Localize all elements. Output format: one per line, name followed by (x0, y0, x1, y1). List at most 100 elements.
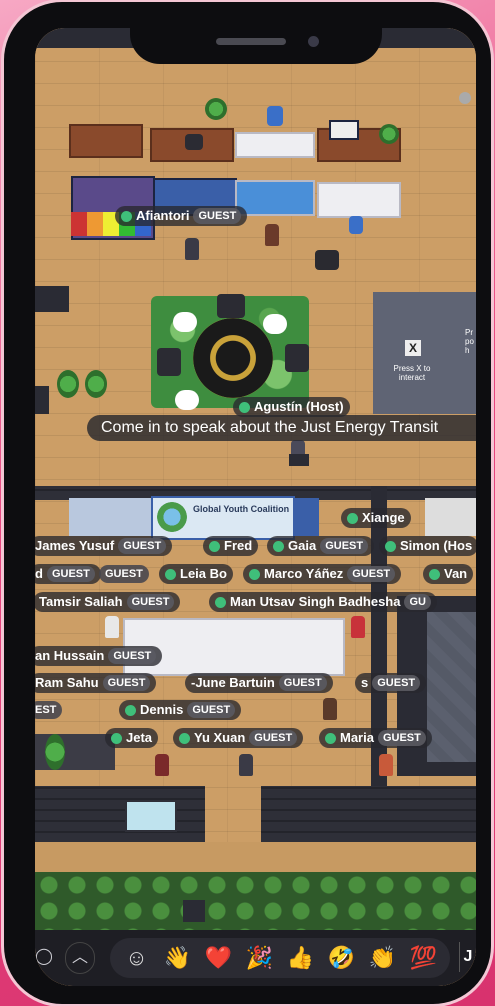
nametag[interactable]: d GUEST (35, 564, 101, 584)
participant-name: Van (444, 566, 468, 581)
participant-name: Yu Xuan (194, 730, 246, 745)
player-avatar[interactable] (185, 238, 199, 260)
participant-name: Afiantori (136, 208, 190, 223)
guest-badge: GUEST (347, 566, 396, 582)
participant-name: Leia Bo (180, 566, 227, 581)
coalition-globe-icon (157, 502, 187, 532)
participant-name: Jeta (126, 730, 153, 745)
nametag[interactable]: Van (423, 564, 474, 584)
participant-name: Simon (Hos (400, 538, 473, 553)
player-avatar[interactable] (323, 698, 337, 720)
guest-badge: GUEST (372, 675, 421, 691)
guest-badge: GUEST (249, 730, 298, 746)
guest-badge: GUEST (377, 730, 426, 746)
hundred-reaction-icon[interactable]: 💯 (409, 938, 439, 978)
global-youth-coalition-banner: Global Youth Coalition (151, 496, 295, 540)
nametag[interactable]: Maria GUEST (319, 728, 432, 748)
potted-plant (85, 370, 107, 398)
nametag-host[interactable]: Agustín (Host) (233, 397, 350, 417)
player-avatar[interactable] (265, 224, 279, 246)
coalition-seal-logo (193, 318, 273, 398)
potted-plant (379, 124, 399, 144)
nametag[interactable]: Ram Sahu GUEST (35, 673, 157, 693)
nametag[interactable]: Afiantori GUEST (115, 206, 248, 226)
nametag[interactable]: Leia Bo (159, 564, 233, 584)
participant-name: Tamsir Saliah (39, 594, 123, 609)
bottom-toolbar: ◯ ︿ ☺ 👋 ❤️ 🎉 👍 🤣 👏 💯 J (35, 930, 476, 986)
potted-plant (205, 98, 227, 120)
nametag[interactable]: -June Bartuin GUEST (185, 673, 333, 693)
floor-object (459, 92, 471, 104)
online-status-icon (325, 732, 336, 744)
press-key-icon: X (405, 340, 421, 356)
guest-badge: GUEST (278, 675, 327, 691)
small-table (289, 454, 309, 466)
nametag[interactable]: Xiange (341, 508, 411, 528)
nametag[interactable]: Yu Xuan GUEST (173, 728, 304, 748)
nametag[interactable]: Gaia GUEST (267, 536, 375, 556)
interactive-screen-area[interactable]: X Press X to interact Pr po h (373, 292, 476, 414)
guest-badge: GUEST (99, 565, 149, 583)
walkway (35, 842, 476, 872)
participant-name: Marco Yáñez (264, 566, 344, 581)
player-avatar[interactable] (155, 754, 169, 776)
game-screen[interactable]: X Press X to interact Pr po h Agustín (H… (35, 28, 476, 986)
bookshelf (425, 498, 476, 536)
nametag[interactable]: Jeta (105, 728, 159, 748)
guest-badge: GUEST (187, 702, 236, 718)
online-status-icon (215, 596, 226, 608)
participant-name: Fred (224, 538, 253, 553)
online-status-icon (429, 568, 440, 580)
potted-plant (45, 734, 65, 770)
guest-badge: GUEST (320, 538, 369, 554)
desk-white (235, 132, 315, 158)
rofl-reaction-icon[interactable]: 🤣 (327, 938, 357, 978)
lower-wall (261, 786, 476, 842)
smiley-icon[interactable]: ☺ (122, 938, 152, 978)
chevron-up-icon[interactable]: ︿ (65, 942, 95, 974)
nametag[interactable]: Fred (203, 536, 259, 556)
nametag[interactable]: an Hussain GUEST (35, 646, 163, 666)
toolbar-edge-label[interactable]: J (459, 942, 476, 972)
participant-name: d (35, 566, 43, 581)
side-cabinet (35, 286, 69, 312)
player-avatar[interactable] (351, 616, 365, 638)
guest-badge: GUEST (102, 675, 151, 691)
online-status-icon (125, 704, 136, 716)
heart-reaction-icon[interactable]: ❤️ (204, 938, 234, 978)
player-avatar[interactable] (239, 754, 253, 776)
online-status-icon (239, 401, 250, 413)
phone-frame: X Press X to interact Pr po h Agustín (H… (4, 2, 491, 1004)
online-status-icon (179, 732, 190, 744)
mailbox (183, 900, 205, 922)
armchair (285, 344, 309, 372)
nametag[interactable]: Simon (Hos (379, 536, 476, 556)
nametag[interactable]: Marco Yáñez GUEST (243, 564, 402, 584)
player-avatar[interactable] (105, 616, 119, 638)
speech-bubble: Come in to speak about the Just Energy T… (87, 415, 476, 441)
player-avatar[interactable] (379, 754, 393, 776)
nametag[interactable]: James Yusuf GUEST (35, 536, 173, 556)
party-reaction-icon[interactable]: 🎉 (245, 938, 275, 978)
participant-name: Ram Sahu (35, 675, 99, 690)
wave-reaction-icon[interactable]: 👋 (163, 938, 193, 978)
nametag[interactable]: Tamsir Saliah GUEST (35, 592, 181, 612)
guest-badge: EST (35, 701, 63, 719)
online-status-icon (385, 540, 396, 552)
thumbs-up-reaction-icon[interactable]: 👍 (286, 938, 316, 978)
nametag[interactable]: Dennis GUEST (119, 700, 242, 720)
online-status-icon (165, 568, 176, 580)
guest-badge: GUEST (118, 538, 167, 554)
online-status-icon (121, 210, 132, 222)
more-options-circle-icon[interactable]: ◯ (35, 942, 53, 972)
participant-name: Maria (340, 730, 374, 745)
participant-name: James Yusuf (35, 538, 115, 553)
guest-badge: GUEST (46, 566, 95, 582)
participant-name: an Hussain (35, 648, 105, 663)
online-status-icon (111, 732, 122, 744)
nametag[interactable]: s GUEST (355, 673, 427, 693)
guest-badge: GUEST (193, 208, 242, 224)
nametag[interactable]: Man Utsav Singh Badhesha GU (209, 592, 437, 612)
clap-reaction-icon[interactable]: 👏 (368, 938, 398, 978)
online-status-icon (209, 540, 220, 552)
